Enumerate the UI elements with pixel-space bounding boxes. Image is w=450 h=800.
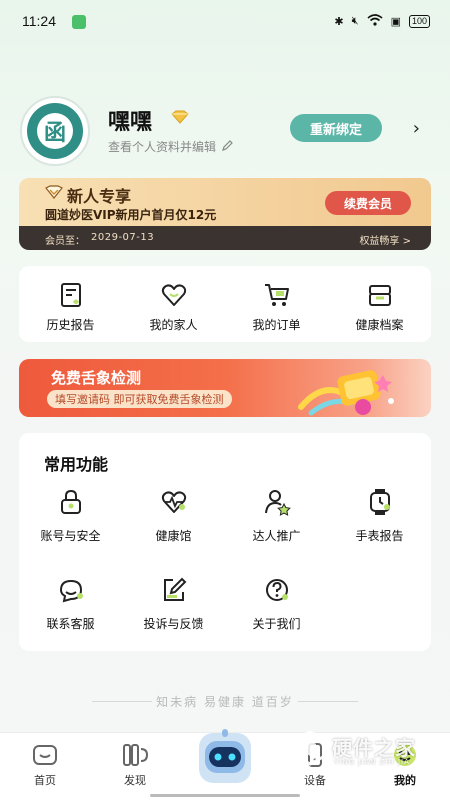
function-label: 关于我们	[252, 617, 301, 631]
tab-label: 设备	[304, 774, 326, 787]
quick-actions-card: 历史报告 我的家人 我的订单 健康档案	[19, 266, 431, 342]
cart-icon	[264, 284, 289, 306]
question-icon	[265, 579, 288, 601]
function-about-us[interactable]: 关于我们	[225, 575, 328, 663]
quick-action-label: 健康档案	[355, 318, 404, 332]
section-title: 常用功能	[44, 455, 109, 474]
status-bar: 11:24 ✱ 🔇︎ ▣ 100	[0, 0, 450, 44]
status-indicators: ✱ 🔇︎ ▣ 100	[334, 14, 430, 29]
archive-icon	[368, 285, 391, 306]
function-account-security[interactable]: 账号与安全	[19, 487, 122, 575]
function-complaint-feedback[interactable]: 投诉与反馈	[122, 575, 225, 663]
function-label: 投诉与反馈	[143, 617, 204, 631]
wifi-icon	[367, 14, 383, 29]
function-watch-report[interactable]: 手表报告	[328, 487, 431, 575]
home-icon	[33, 745, 57, 765]
user-name: 嘿嘿	[108, 110, 153, 135]
tongue-detection-banner[interactable]: 免费舌象检测 填写邀请码 即可获取免费舌象检测	[19, 359, 431, 417]
function-label: 联系客服	[46, 617, 95, 631]
member-benefits-link[interactable]: 权益畅享 >	[359, 232, 411, 247]
heart-icon	[161, 284, 186, 306]
screen-record-icon: ▣	[390, 16, 401, 28]
rebind-button[interactable]: 重新绑定	[290, 114, 382, 142]
vip-diamond-icon	[171, 110, 189, 124]
function-label: 账号与安全	[40, 529, 101, 543]
member-title: 新人专享	[67, 187, 132, 206]
report-icon	[60, 283, 81, 307]
watermark-subtext: YING JIAN ZHI JIA	[334, 758, 410, 766]
function-influencer-promotion[interactable]: 达人推广	[225, 487, 328, 575]
lock-icon	[60, 489, 81, 514]
function-label: 达人推广	[252, 529, 301, 543]
pencil-icon	[221, 140, 233, 151]
tongue-banner-subtitle: 填写邀请码 即可获取免费舌象检测	[47, 390, 232, 408]
quick-action-health-archive[interactable]: 健康档案	[328, 266, 431, 342]
function-contact-support[interactable]: 联系客服	[19, 575, 122, 663]
home-indicator	[150, 794, 300, 797]
quick-action-my-orders[interactable]: 我的订单	[225, 266, 328, 342]
bluetooth-icon: ✱	[334, 16, 344, 28]
profile-header[interactable]: 函 嘿嘿 查看个人资料并编辑 重新绑定 ›	[20, 96, 430, 166]
function-label: 健康馆	[155, 529, 192, 543]
ai-assistant-robot-icon[interactable]	[196, 727, 254, 785]
tab-home[interactable]: 首页	[10, 741, 80, 788]
member-expiry-label: 会员至：	[45, 236, 85, 247]
quick-action-label: 我的家人	[149, 318, 198, 332]
tab-discover[interactable]: 发现	[100, 741, 170, 788]
function-health-hall[interactable]: 健康馆	[122, 487, 225, 575]
status-time: 11:24	[22, 13, 56, 29]
member-expiry-date: 2029-07-13	[91, 232, 155, 243]
battery-icon: 100	[408, 15, 430, 28]
edit-profile-hint[interactable]: 查看个人资料并编辑	[108, 138, 233, 155]
slogan: 知未病 易健康 道百岁	[156, 695, 294, 709]
watermark-logo-icon	[293, 730, 327, 766]
function-label: 手表报告	[355, 529, 404, 543]
member-card[interactable]: 新人专享 圆道妙医VIP新用户首月仅12元 续费会员 会员至： 2029-07-…	[19, 178, 431, 250]
divider	[298, 701, 358, 702]
avatar[interactable]: 函	[20, 96, 90, 166]
watermark-text: 硬件之家	[332, 736, 416, 760]
tab-label: 发现	[124, 774, 146, 787]
gift-illustration-icon	[298, 370, 394, 416]
member-subtitle: 圆道妙医VIP新用户首月仅12元	[45, 208, 217, 222]
vip-badge-icon	[45, 185, 63, 199]
user-star-icon	[264, 490, 291, 516]
chat-icon	[59, 579, 83, 603]
tab-label: 我的	[394, 774, 416, 787]
edit-box-icon	[163, 577, 186, 601]
tab-label: 首页	[34, 774, 56, 787]
mute-icon: 🔇︎	[351, 15, 359, 27]
renew-member-button[interactable]: 续费会员	[325, 191, 411, 215]
tongue-banner-title: 免费舌象检测	[51, 369, 142, 387]
app-logo-icon: 函	[37, 113, 73, 149]
app-notification-icon	[72, 15, 86, 29]
chevron-right-icon[interactable]: ›	[413, 118, 420, 139]
quick-action-my-family[interactable]: 我的家人	[122, 266, 225, 342]
heart-pulse-icon	[161, 491, 186, 513]
common-functions-card: 常用功能 账号与安全 健康馆 达人推广 手表报告 联系客服 投诉与反馈 关于我们	[19, 433, 431, 651]
quick-action-label: 我的订单	[252, 318, 301, 332]
watermark: 硬件之家 YING JIAN ZHI JIA	[288, 728, 450, 772]
discover-icon	[123, 744, 149, 766]
watch-icon	[369, 489, 390, 515]
quick-action-history-report[interactable]: 历史报告	[19, 266, 122, 342]
quick-action-label: 历史报告	[46, 318, 95, 332]
